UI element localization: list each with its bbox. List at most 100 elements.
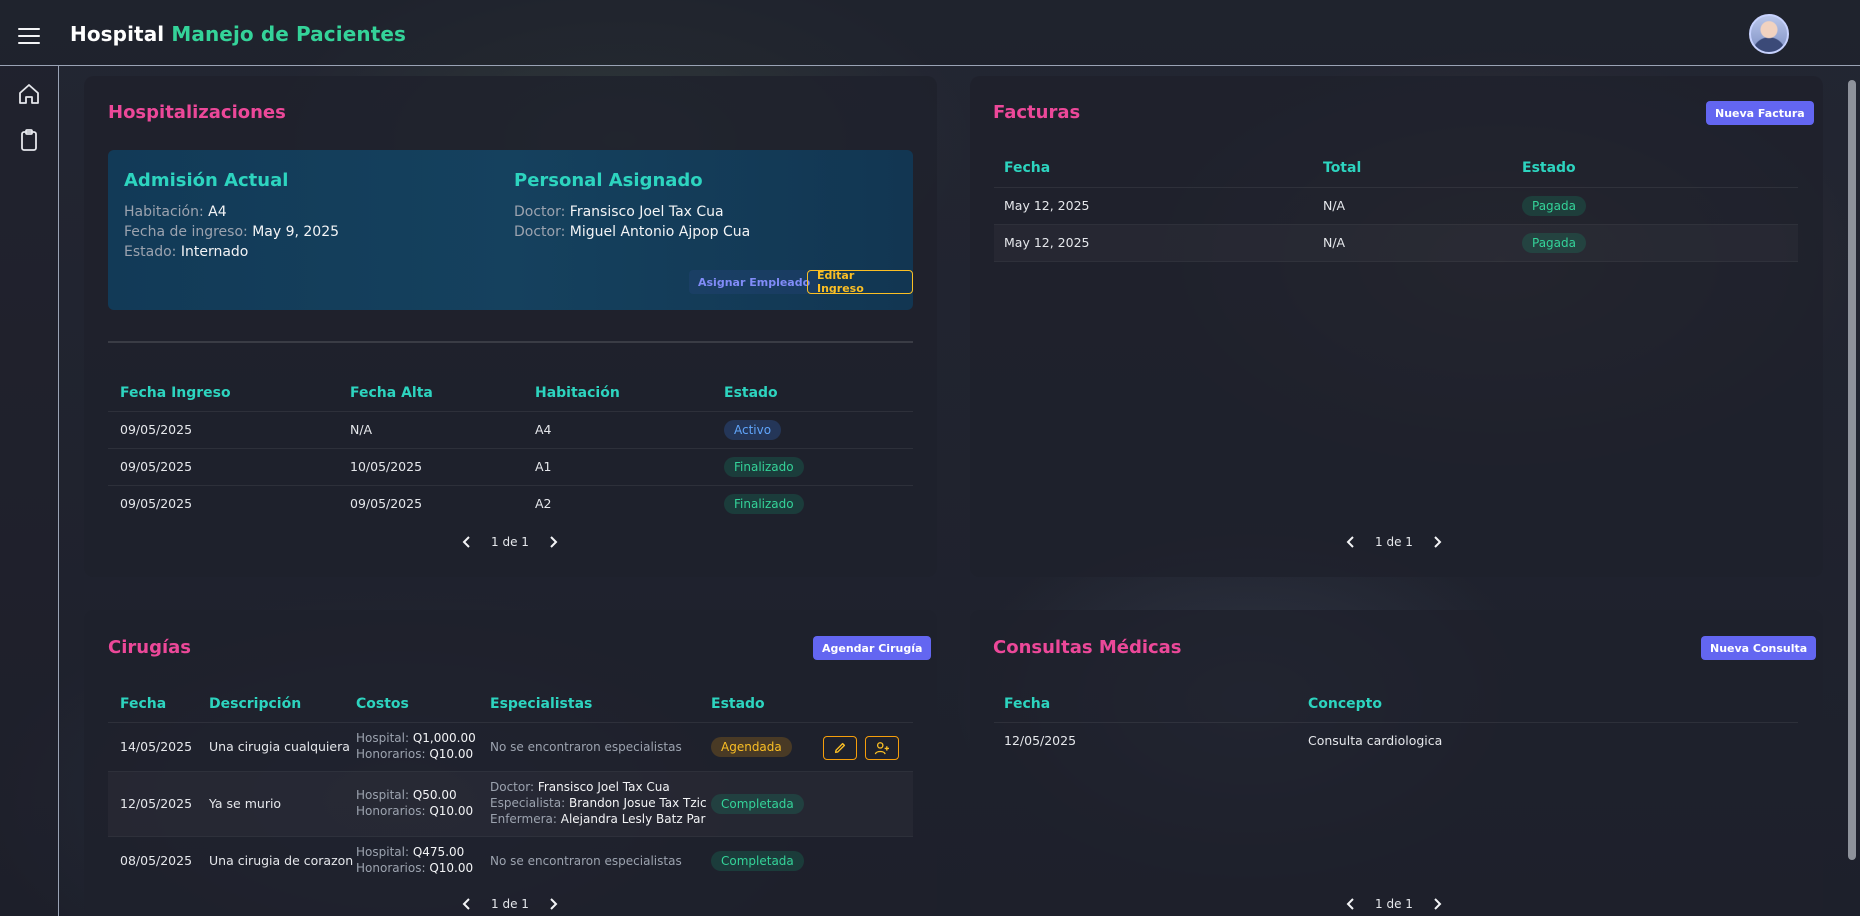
cell-total: N/A xyxy=(1323,235,1346,250)
honorarios-cost: Q10.00 xyxy=(429,861,474,875)
estado-value: Internado xyxy=(180,244,249,260)
row-divider xyxy=(108,722,913,723)
facturas-title: Facturas xyxy=(993,102,1081,123)
cirugias-pager: 1 de 1 xyxy=(459,894,561,914)
col-fecha-ingreso: Fecha Ingreso xyxy=(120,385,231,401)
habitacion-value: A4 xyxy=(208,204,227,220)
cell-concepto: Consulta cardiologica xyxy=(1308,733,1443,748)
home-icon[interactable] xyxy=(17,82,41,106)
chevron-left-icon[interactable] xyxy=(1343,534,1359,550)
cell-fecha-ingreso: 09/05/2025 xyxy=(120,459,193,474)
cell-fecha: 12/05/2025 xyxy=(1004,733,1077,748)
doctor-line-2: Doctor: Miguel Antonio Ajpop Cua xyxy=(514,224,750,240)
cirugias-panel xyxy=(84,610,937,916)
especialista-name: Brandon Josue Tax Tzic xyxy=(568,796,707,810)
row-divider xyxy=(108,411,913,412)
hospital-label: Hospital: xyxy=(356,845,410,859)
asignar-empleado-button[interactable]: Asignar Empleado xyxy=(689,270,820,294)
chevron-left-icon[interactable] xyxy=(1343,896,1359,912)
user-plus-icon xyxy=(874,742,889,755)
doctor-label: Doctor: xyxy=(514,204,566,220)
pager-text: 1 de 1 xyxy=(1375,535,1413,549)
cell-habitacion: A2 xyxy=(535,496,552,511)
status-badge: Completada xyxy=(711,794,804,814)
status-badge: Finalizado xyxy=(724,457,804,477)
chevron-left-icon[interactable] xyxy=(459,534,475,550)
hospitalizaciones-title: Hospitalizaciones xyxy=(108,102,286,123)
nueva-factura-button[interactable]: Nueva Factura xyxy=(1706,101,1814,125)
col-especialistas: Especialistas xyxy=(490,696,593,712)
cell-fecha-alta: 09/05/2025 xyxy=(350,496,423,511)
cell-costos: Hospital: Q475.00 Honorarios: Q10.00 xyxy=(356,844,473,876)
add-specialist-button[interactable] xyxy=(865,736,899,760)
row-highlight xyxy=(994,225,1798,261)
chevron-left-icon[interactable] xyxy=(459,896,475,912)
pencil-icon xyxy=(834,742,846,754)
cell-fecha: 08/05/2025 xyxy=(120,853,193,868)
cell-fecha: May 12, 2025 xyxy=(1004,198,1090,213)
row-divider xyxy=(994,722,1798,723)
brand-hospital: Hospital xyxy=(70,22,165,46)
chevron-right-icon[interactable] xyxy=(545,896,561,912)
hamburger-menu-icon[interactable] xyxy=(18,28,40,44)
admision-heading: Admisión Actual xyxy=(124,170,289,191)
col-estado: Estado xyxy=(711,696,765,712)
hospital-cost: Q1,000.00 xyxy=(412,731,476,745)
honorarios-label: Honorarios: xyxy=(356,804,426,818)
habitacion-line: Habitación: A4 xyxy=(124,204,227,220)
row-divider xyxy=(108,836,913,837)
cirugias-title: Cirugías xyxy=(108,637,191,658)
chevron-right-icon[interactable] xyxy=(1429,534,1445,550)
user-avatar[interactable] xyxy=(1749,14,1789,54)
fecha-ingreso-value: May 9, 2025 xyxy=(252,224,340,240)
pager-text: 1 de 1 xyxy=(491,897,529,911)
hospitalizaciones-pager: 1 de 1 xyxy=(459,532,561,552)
nueva-consulta-button[interactable]: Nueva Consulta xyxy=(1701,636,1817,660)
personal-heading: Personal Asignado xyxy=(514,170,703,191)
hospital-label: Hospital: xyxy=(356,731,410,745)
fecha-ingreso-label: Fecha de ingreso: xyxy=(124,224,248,240)
hospital-label: Hospital: xyxy=(356,788,410,802)
chevron-right-icon[interactable] xyxy=(545,534,561,550)
agendar-cirugia-button[interactable]: Agendar Cirugía xyxy=(813,636,932,660)
cell-fecha: May 12, 2025 xyxy=(1004,235,1090,250)
cell-especialistas: No se encontraron especialistas xyxy=(490,740,682,754)
cell-fecha-alta: 10/05/2025 xyxy=(350,459,423,474)
especialista-name: Fransisco Joel Tax Cua xyxy=(537,780,670,794)
honorarios-label: Honorarios: xyxy=(356,747,426,761)
cell-habitacion: A4 xyxy=(535,422,552,437)
editar-ingreso-button[interactable]: Editar Ingreso xyxy=(807,269,913,295)
cell-fecha-ingreso: 09/05/2025 xyxy=(120,422,193,437)
cell-total: N/A xyxy=(1323,198,1346,213)
row-divider xyxy=(994,187,1798,188)
doctor-line-1: Doctor: Fransisco Joel Tax Cua xyxy=(514,204,724,220)
col-fecha: Fecha xyxy=(1004,696,1051,712)
clipboard-icon[interactable] xyxy=(17,128,41,152)
cell-especialistas: No se encontraron especialistas xyxy=(490,854,682,868)
estado-line: Estado: Internado xyxy=(124,244,248,260)
status-badge: Finalizado xyxy=(724,494,804,514)
col-fecha-alta: Fecha Alta xyxy=(350,385,433,401)
cell-fecha-ingreso: 09/05/2025 xyxy=(120,496,193,511)
sidebar xyxy=(0,66,59,916)
status-badge: Pagada xyxy=(1522,196,1586,216)
edit-cirugia-button[interactable] xyxy=(823,736,857,760)
cell-costos: Hospital: Q50.00 Honorarios: Q10.00 xyxy=(356,787,473,819)
col-habitacion: Habitación xyxy=(535,385,620,401)
brand-subtitle: Manejo de Pacientes xyxy=(171,22,407,46)
hospital-cost: Q50.00 xyxy=(412,788,457,802)
especialista-name: Alejandra Lesly Batz Par xyxy=(560,812,706,826)
honorarios-label: Honorarios: xyxy=(356,861,426,875)
col-fecha: Fecha xyxy=(120,696,167,712)
row-divider xyxy=(108,448,913,449)
col-fecha: Fecha xyxy=(1004,160,1051,176)
fecha-ingreso-line: Fecha de ingreso: May 9, 2025 xyxy=(124,224,339,240)
cell-descripcion: Una cirugia cualquiera xyxy=(209,739,350,754)
facturas-pager: 1 de 1 xyxy=(1343,532,1445,552)
chevron-right-icon[interactable] xyxy=(1429,896,1445,912)
cell-descripcion: Ya se murio xyxy=(209,796,282,811)
habitacion-label: Habitación: xyxy=(124,204,204,220)
page-scrollbar[interactable] xyxy=(1848,80,1856,860)
especialista-role: Doctor: xyxy=(490,780,534,794)
row-divider xyxy=(994,261,1798,262)
